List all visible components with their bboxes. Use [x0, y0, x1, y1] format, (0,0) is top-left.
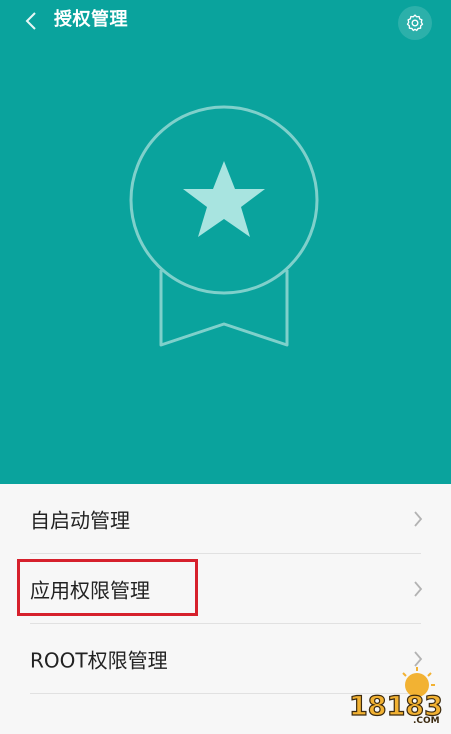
page-title: 授权管理: [54, 9, 128, 30]
settings-button[interactable]: [398, 6, 432, 40]
hero-banner: 授权管理: [0, 0, 451, 484]
list-item-label: ROOT权限管理: [30, 648, 168, 673]
star-icon: [183, 161, 265, 237]
back-button[interactable]: [16, 6, 46, 36]
svg-text:.COM: .COM: [413, 716, 440, 725]
chevron-left-icon: [25, 12, 36, 30]
site-watermark-logo: 18183 .COM: [348, 667, 444, 725]
chevron-right-icon: [414, 511, 423, 527]
list-item-label: 自启动管理: [30, 508, 130, 533]
award-badge-icon: [129, 105, 319, 347]
highlight-annotation-box: [17, 559, 198, 616]
list-item-autostart[interactable]: 自启动管理: [0, 484, 451, 554]
gear-icon: [406, 14, 424, 32]
chevron-right-icon: [414, 581, 423, 597]
